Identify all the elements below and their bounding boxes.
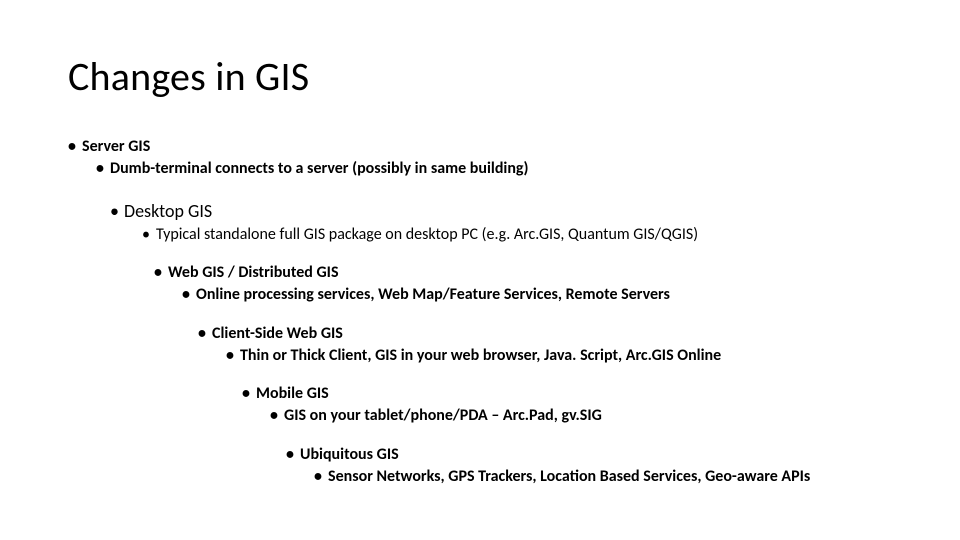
item-web: Web GIS / Distributed GIS [168,263,892,282]
item-client: Client-Side Web GIS [212,324,892,343]
item-client-desc: Thin or Thick Client, GIS in your web br… [240,345,892,367]
slide-title: Changes in GIS [68,52,892,101]
item-mobile-desc: GIS on your tablet/phone/PDA – Arc.Pad, … [284,405,892,427]
item-mobile: Mobile GIS [256,384,892,403]
outline-list: Server GIS Dumb-terminal connects to a s… [68,137,892,488]
item-ubiq: Ubiquitous GIS [300,445,892,464]
item-desktop: Desktop GIS [124,200,892,222]
item-server: Server GIS [82,137,892,156]
slide: Changes in GIS Server GIS Dumb-terminal … [0,0,960,540]
item-ubiq-desc: Sensor Networks, GPS Trackers, Location … [328,466,892,488]
item-server-desc: Dumb-terminal connects to a server (poss… [110,158,892,180]
item-web-desc: Online processing services, Web Map/Feat… [196,284,892,306]
item-desktop-desc: Typical standalone full GIS package on d… [156,224,892,246]
